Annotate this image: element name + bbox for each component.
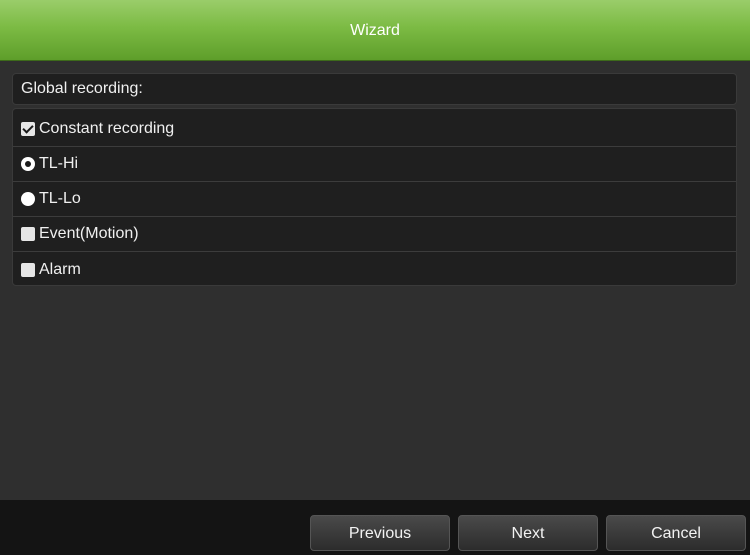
option-alarm[interactable]: Alarm — [13, 252, 736, 287]
option-label: TL-Lo — [39, 190, 81, 207]
option-event-motion[interactable]: Event(Motion) — [13, 217, 736, 252]
checkbox-checked-icon[interactable] — [21, 122, 35, 136]
option-tl-hi[interactable]: TL-Hi — [13, 147, 736, 182]
option-label: Alarm — [39, 260, 81, 278]
radio-selected-icon[interactable] — [21, 157, 35, 171]
recording-options-group: Constant recording TL-Hi TL-Lo Event(Mot… — [12, 108, 737, 286]
global-recording-label: Global recording: — [21, 80, 143, 97]
radio-unselected-icon[interactable] — [21, 192, 35, 206]
global-recording-header: Global recording: — [12, 73, 737, 105]
cancel-button[interactable]: Cancel — [606, 515, 746, 551]
checkbox-unchecked-icon[interactable] — [21, 227, 35, 241]
option-tl-lo[interactable]: TL-Lo — [13, 182, 736, 217]
checkbox-unchecked-icon[interactable] — [21, 262, 35, 277]
previous-button[interactable]: Previous — [310, 515, 450, 551]
option-label: Event(Motion) — [39, 225, 139, 242]
option-label: TL-Hi — [39, 155, 79, 172]
window-title: Wizard — [0, 0, 750, 61]
next-button[interactable]: Next — [458, 515, 598, 551]
option-label: Constant recording — [39, 120, 175, 137]
option-constant-recording[interactable]: Constant recording — [13, 112, 736, 147]
wizard-window: Wizard Global recording: Constant record… — [0, 0, 750, 555]
